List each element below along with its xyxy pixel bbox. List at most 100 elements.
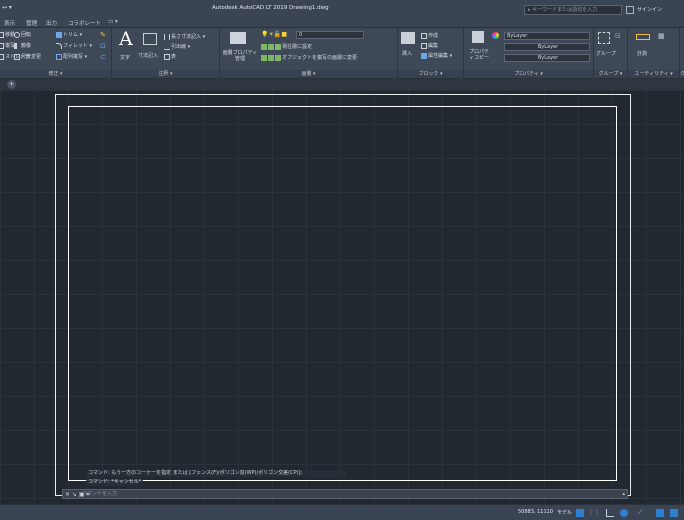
layer-tools-icon-2 (268, 43, 274, 50)
rotate-icon (14, 31, 20, 38)
panel-title-clipboard[interactable]: ク (680, 70, 684, 78)
match-layer-icon-3 (275, 54, 281, 61)
panel-title-layers[interactable]: 画層 ▾ (220, 70, 397, 78)
fillet-label: フィレット ▾ (63, 43, 92, 49)
text-label: 文字 (120, 55, 131, 61)
explode-icon[interactable]: ⊡ (100, 42, 106, 50)
ungroup-icon[interactable]: ⊟ (615, 32, 621, 40)
set-current-layer-button[interactable]: 現在層に設定 (261, 43, 312, 50)
command-line: ✕ ↘ ▣ ▾ コマンドを入力 ▴ (62, 489, 628, 499)
ortho-mode-icon[interactable] (606, 509, 614, 517)
polar-tracking-icon[interactable] (620, 509, 628, 517)
layer-properties-icon[interactable] (230, 32, 246, 44)
object-snap-tracking-icon[interactable] (670, 509, 678, 517)
command-history-line: コマンド: *キャンセル* (86, 479, 144, 486)
object-snap-icon[interactable] (656, 509, 664, 517)
panel-title-utilities[interactable]: ユーティリティ ▾ (628, 70, 679, 78)
color-value: ByLayer (507, 33, 528, 39)
coordinate-readout[interactable]: 50883, 11110 (518, 509, 553, 515)
table-label: 表 (171, 54, 177, 60)
panel-title-block[interactable]: ブロック ▾ (398, 70, 463, 78)
tab-workspace-toggle[interactable]: ▭ ▾ (108, 19, 118, 25)
mirror-button[interactable]: 鏡像 (14, 42, 31, 49)
mirror-icon (14, 42, 20, 49)
dimension-icon[interactable] (143, 33, 157, 45)
copy-button[interactable]: 複写 (0, 42, 15, 49)
create-block-button[interactable]: 作成 (421, 32, 438, 39)
model-space-button[interactable]: モデル (557, 509, 572, 516)
new-drawing-tab-button[interactable]: + (7, 80, 16, 89)
color-dropdown[interactable]: ByLayer (504, 32, 590, 40)
command-history-toggle[interactable]: ▴ (622, 491, 625, 497)
panel-title-groups[interactable]: グループ ▾ (594, 70, 627, 78)
insert-block-icon[interactable] (401, 32, 415, 44)
copy-icon (0, 42, 4, 49)
edit-block-button[interactable]: 編集 (421, 42, 438, 49)
match-layer-button[interactable]: オブジェクトを複写の画層に変更 (261, 54, 357, 61)
lineweight-dropdown[interactable]: ByLayer (504, 54, 590, 62)
edit-block-icon (421, 42, 427, 49)
match-properties-icon[interactable] (472, 31, 484, 43)
tab-manage[interactable]: 管理 (26, 19, 37, 27)
match-layer-label: オブジェクトを複写の画層に変更 (282, 55, 358, 61)
panel-groups: グループ ⊟ グループ ▾ (594, 28, 628, 79)
edit-attribute-label: 属性編集 ▾ (428, 53, 453, 59)
move-icon (0, 31, 4, 38)
leader-button[interactable]: 引出線 ▾ (164, 43, 190, 50)
layer-tools-icon-3 (275, 43, 281, 50)
command-input[interactable]: コマンドを入力 (82, 491, 186, 498)
tab-view[interactable]: 表示 (4, 19, 15, 27)
quick-access-toolbar[interactable]: ↔ ▾ (2, 4, 12, 11)
panel-title-modify[interactable]: 修正 ▾ (0, 70, 111, 78)
trim-button[interactable]: トリム ▾ (56, 31, 82, 38)
lineweight-value: ByLayer (537, 55, 559, 61)
layer-tools-icon (261, 43, 267, 50)
sign-in-label: サインイン (637, 7, 663, 13)
table-button[interactable]: 表 (164, 53, 176, 60)
measure-icon[interactable] (636, 34, 650, 40)
drawing-canvas[interactable]: コマンド: もう一方のコーナーを指定 または [フェンス(F)/ポリゴン窓(WP… (0, 90, 684, 504)
color-wheel-icon[interactable] (492, 32, 499, 39)
array-button[interactable]: 配列複写 ▾ (56, 53, 87, 60)
create-block-icon (421, 32, 427, 39)
tab-output[interactable]: 出力 (46, 19, 57, 27)
array-label: 配列複写 ▾ (63, 54, 88, 60)
isometric-icon[interactable]: ⟋ (638, 509, 646, 517)
current-layer-value: 0 (299, 32, 303, 38)
command-history-line: コマンド: もう一方のコーナーを指定 または [フェンス(F)/ポリゴン窓(WP… (86, 470, 346, 477)
linetype-dropdown[interactable]: ByLayer (504, 43, 590, 51)
sign-in-button[interactable]: サインイン (626, 5, 662, 15)
ribbon: 移動 回転 トリム ▾ 複写 鏡像 フィレット ▾ ストレッチ 尺度変更 配列複… (0, 28, 684, 79)
tab-collaborate[interactable]: コラボレート (68, 19, 101, 27)
scale-icon (14, 53, 20, 60)
viewport-border[interactable] (68, 106, 617, 481)
rotate-button[interactable]: 回転 (14, 31, 31, 38)
scale-label: 尺度変更 (21, 54, 42, 60)
panel-title-properties[interactable]: プロパティ ▾ (464, 70, 593, 78)
offset-icon[interactable]: ⊂ (100, 53, 106, 61)
search-input[interactable]: ▸ キーワードまたは語句を入力 (524, 5, 622, 15)
text-icon[interactable]: A (119, 28, 133, 50)
snap-mode-icon[interactable]: ⋮⋮ (588, 509, 600, 517)
linear-dimension-button[interactable]: 長さ寸法記入 ▾ (164, 33, 205, 40)
match-layer-icon-2 (268, 54, 274, 61)
group-icon[interactable] (598, 32, 610, 44)
scale-button[interactable]: 尺度変更 (14, 53, 41, 60)
edit-attribute-button[interactable]: 属性編集 ▾ (421, 52, 452, 59)
panel-title-annotation[interactable]: 注釈 ▾ (112, 70, 219, 78)
move-button[interactable]: 移動 (0, 31, 15, 38)
layer-properties-label: 画層プロパティ管理 (222, 50, 258, 62)
array-icon (56, 53, 62, 60)
file-tab-bar: + (0, 79, 684, 90)
status-bar: 50883, 11110 モデル ⋮⋮ ⟋ (0, 504, 684, 520)
layer-state-icons[interactable]: 💡☀🔓■ (261, 31, 287, 38)
quick-calc-icon[interactable]: ▦ (658, 32, 665, 40)
fillet-button[interactable]: フィレット ▾ (56, 42, 92, 49)
linear-dimension-icon (164, 33, 170, 40)
table-icon (164, 53, 170, 60)
grid-display-icon[interactable] (576, 509, 584, 517)
title-bar: ↔ ▾ Autodesk AutoCAD LT 2019 Drawing1.dw… (0, 0, 684, 17)
erase-icon[interactable]: ✎ (100, 31, 106, 39)
layer-dropdown[interactable]: 0 (296, 31, 364, 39)
mirror-label: 鏡像 (21, 43, 32, 49)
